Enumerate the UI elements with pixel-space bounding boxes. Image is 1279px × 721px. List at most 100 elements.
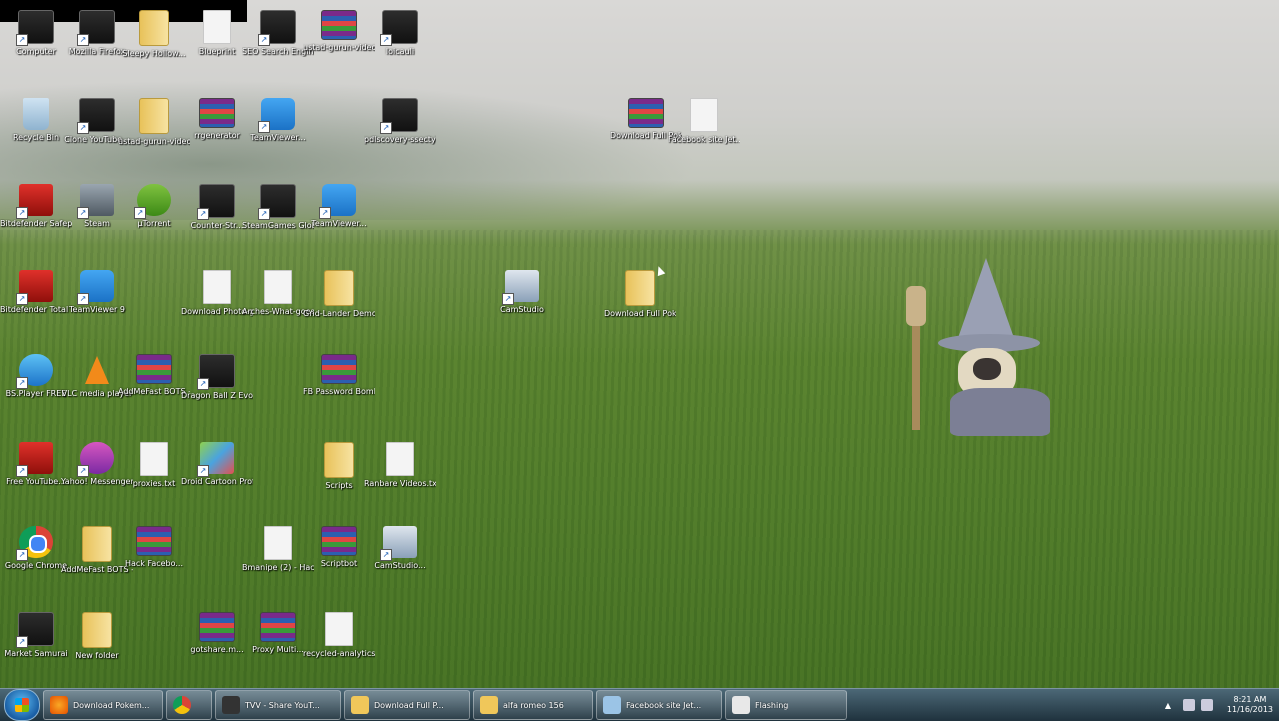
shortcut-arrow-icon: ↗ [16, 636, 28, 648]
shortcut-arrow-icon: ↗ [258, 208, 270, 220]
file-icon [603, 696, 621, 714]
folder-icon [480, 696, 498, 714]
vlc-icon [80, 354, 114, 386]
desktop-icon-label: Hack Facebo... [124, 559, 184, 568]
shortcut-arrow-icon: ↗ [16, 465, 28, 477]
rar-icon [136, 526, 172, 556]
desktop-icon-label: Ranbare Videos.txt [364, 479, 436, 488]
desktop-icon[interactable]: ↗ loicauli [364, 10, 436, 57]
windows-logo-icon [15, 698, 29, 712]
desktop-icon[interactable]: ↗ CamStudio... [364, 526, 436, 571]
clock[interactable]: 8:21 AM 11/16/2013 [1227, 695, 1273, 715]
desktop-icon[interactable]: Download Full Pok... [604, 270, 676, 319]
tv-icon: ↗ [77, 270, 114, 305]
shortcut-arrow-icon: ↗ [77, 465, 89, 477]
app-icon: ↗ [77, 10, 115, 46]
doc-icon [203, 10, 231, 44]
taskbar: Download Pokem... TVV - Share YouT... Do… [0, 688, 1279, 721]
desktop-icon-label: Download Full Pok... [604, 309, 676, 318]
shortcut-arrow-icon: ↗ [16, 207, 28, 219]
desktop-icon-label: New folder [75, 651, 119, 660]
app-icon: ↗ [77, 98, 115, 134]
desktop-icon-label: Droid Cartoon Professional [181, 477, 253, 486]
folder-icon [324, 442, 354, 478]
network-icon[interactable] [1182, 699, 1195, 711]
taskbar-item-label: Download Full P... [374, 700, 444, 710]
app-icon: ↗ [258, 184, 296, 220]
desktop-icon[interactable]: ↗pdlscovery-ssecty5.exe [364, 98, 436, 145]
taskbar-item-folder-alfa[interactable]: alfa romeo 156 [473, 690, 593, 720]
desktop-icon[interactable]: FB Password Bomb.zip [303, 354, 375, 397]
show-hidden-icons-icon[interactable]: ▲ [1165, 701, 1173, 710]
taskbar-item-tvv[interactable]: TVV - Share YouT... [215, 690, 341, 720]
shortcut-arrow-icon: ↗ [77, 122, 89, 134]
desktop-icon[interactable]: proxies.txt [118, 442, 190, 489]
folder-icon [82, 526, 112, 562]
taskbar-item-chrome[interactable] [166, 690, 212, 720]
desktop-icon[interactable]: Hack Facebo... [118, 526, 190, 569]
rar-icon [321, 10, 357, 40]
shortcut-arrow-icon: ↗ [16, 293, 28, 305]
rar-icon [136, 354, 172, 384]
taskbar-item-label: TVV - Share YouT... [245, 700, 320, 710]
folder-icon [625, 270, 655, 306]
app-icon: ↗ [197, 184, 235, 220]
desktop-icon[interactable]: ↗Droid Cartoon Professional [181, 442, 253, 487]
desktop-icon[interactable]: ↗ µTorrent [118, 184, 190, 229]
key-icon: ↗ [77, 184, 114, 219]
shortcut-arrow-icon: ↗ [197, 465, 209, 477]
desktop-icon[interactable]: ↗ Dragon Ball Z Evo [181, 354, 253, 401]
rar-icon [199, 98, 235, 128]
shortcut-arrow-icon: ↗ [197, 208, 209, 220]
taskbar-item-flashing[interactable]: Flashing [725, 690, 847, 720]
taskbar-item-label: Facebook site Jet... [626, 700, 702, 710]
chrome-icon [173, 696, 191, 714]
taskbar-item-folder-download[interactable]: Download Full P... [344, 690, 470, 720]
desktop-icon[interactable]: ↗ TeamViewer... [242, 98, 314, 143]
wizard-pug-image [938, 258, 1078, 458]
taskbar-item-firefox[interactable]: Download Pokem... [43, 690, 163, 720]
doc-icon [203, 270, 231, 304]
app-icon [732, 696, 750, 714]
desktop-icon[interactable]: New folder [61, 612, 133, 661]
desktop-icon[interactable]: Ranbare Videos.txt [364, 442, 436, 489]
doc-icon [264, 270, 292, 304]
start-button[interactable] [4, 689, 40, 721]
desktop-icon-label: µTorrent [137, 219, 171, 228]
shortcut-arrow-icon: ↗ [16, 549, 28, 561]
desktop-icon-label: FB Password Bomb.zip [303, 387, 375, 396]
desktop-icon[interactable]: Grid-Lander Demo [303, 270, 375, 319]
folder-icon [139, 98, 169, 134]
tv-icon: ↗ [319, 184, 356, 219]
app-icon: ↗ [258, 10, 296, 46]
volume-icon[interactable] [1200, 699, 1213, 711]
multi-icon: ↗ [197, 442, 234, 477]
folder-icon [324, 270, 354, 306]
desktop: ↗ Computer ↗ Mozilla Firefox Sleepy Hollow..… [0, 0, 1279, 688]
taskbar-item-label: alfa romeo 156 [503, 700, 564, 710]
clock-date: 11/16/2013 [1226, 705, 1273, 714]
shortcut-arrow-icon: ↗ [16, 34, 28, 46]
doc-icon [690, 98, 718, 132]
doc-icon [386, 442, 414, 476]
desktop-icon[interactable]: AddMeFast BOTS - Sep... [118, 354, 190, 397]
app-icon: ↗ [16, 10, 54, 46]
desktop-icon[interactable]: ↗ TeamViewer 9 [61, 270, 133, 315]
shortcut-arrow-icon: ↗ [134, 207, 146, 219]
desktop-icon[interactable]: ustad-gurun-video-sad... [118, 98, 190, 147]
shortcut-arrow-icon: ↗ [16, 377, 28, 389]
desktop-icon-label: CamStudio [500, 305, 544, 314]
taskbar-item-facebook-site[interactable]: Facebook site Jet... [596, 690, 722, 720]
desktop-icon[interactable]: Facebook site Jet...zip [668, 98, 740, 145]
desktop-icon[interactable]: recycled-analytics.csv [303, 612, 375, 659]
desktop-icon[interactable]: ↗ CamStudio [486, 270, 558, 315]
app-icon: ↗ [380, 98, 418, 134]
robe-shape [950, 388, 1050, 436]
rar-icon [628, 98, 664, 128]
desktop-icon-label: Grid-Lander Demo [303, 309, 375, 318]
desktop-icon[interactable]: ↗ TeamViewer... [303, 184, 375, 229]
red-icon: ↗ [16, 442, 53, 477]
red-icon: ↗ [16, 184, 53, 219]
desktop-icon[interactable]: Sleepy Hollow... [118, 10, 190, 59]
app-icon: ↗ [380, 10, 418, 46]
